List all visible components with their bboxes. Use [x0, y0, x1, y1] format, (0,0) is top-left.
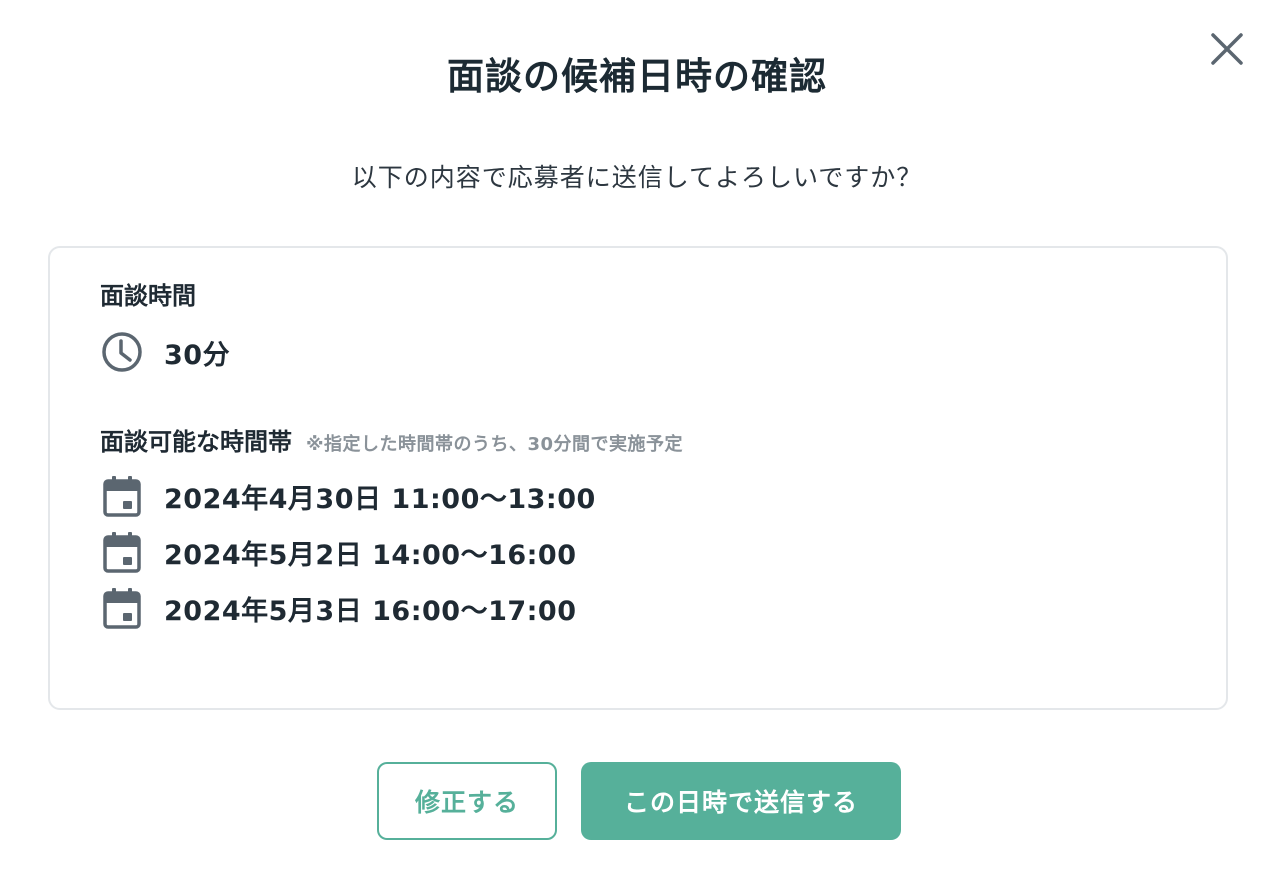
calendar-icon: [100, 530, 144, 574]
slot-text: 2024年5月3日 16:00〜17:00: [164, 595, 577, 627]
confirm-dialog: 面談の候補日時の確認 以下の内容で応募者に送信してよろしいですか？ 面談時間 3…: [0, 0, 1274, 880]
slot-text: 2024年5月2日 14:00〜16:00: [164, 539, 577, 571]
duration-value: 30分: [164, 339, 231, 371]
dialog-subtitle: 以下の内容で応募者に送信してよろしいですか？: [351, 163, 923, 192]
slot-row: 2024年4月30日 11:00〜13:00: [100, 474, 596, 518]
dialog-title: 面談の候補日時の確認: [447, 55, 827, 98]
send-button-label: この日時で送信する: [623, 788, 858, 817]
edit-button[interactable]: 修正する: [377, 762, 557, 840]
slot-text: 2024年4月30日 11:00〜13:00: [164, 483, 596, 515]
send-button[interactable]: この日時で送信する: [581, 762, 901, 840]
edit-button-label: 修正する: [414, 788, 519, 817]
slot-row: 2024年5月2日 14:00〜16:00: [100, 530, 577, 574]
slot-row: 2024年5月3日 16:00〜17:00: [100, 586, 577, 630]
slots-label-group: 面談可能な時間帯 ※指定した時間帯のうち、30分間で実施予定: [100, 426, 683, 461]
slots-label: 面談可能な時間帯: [100, 428, 292, 456]
duration-row: 30分: [100, 330, 230, 374]
details-card: 面談時間 30分 面談可能な時間帯 ※指定した時間帯のうち、30分間で実施予定: [48, 246, 1228, 710]
calendar-icon: [100, 474, 144, 518]
clock-icon: [100, 330, 144, 374]
calendar-icon: [100, 586, 144, 630]
slots-note: ※指定した時間帯のうち、30分間で実施予定: [306, 434, 684, 455]
duration-label: 面談時間: [100, 282, 196, 310]
